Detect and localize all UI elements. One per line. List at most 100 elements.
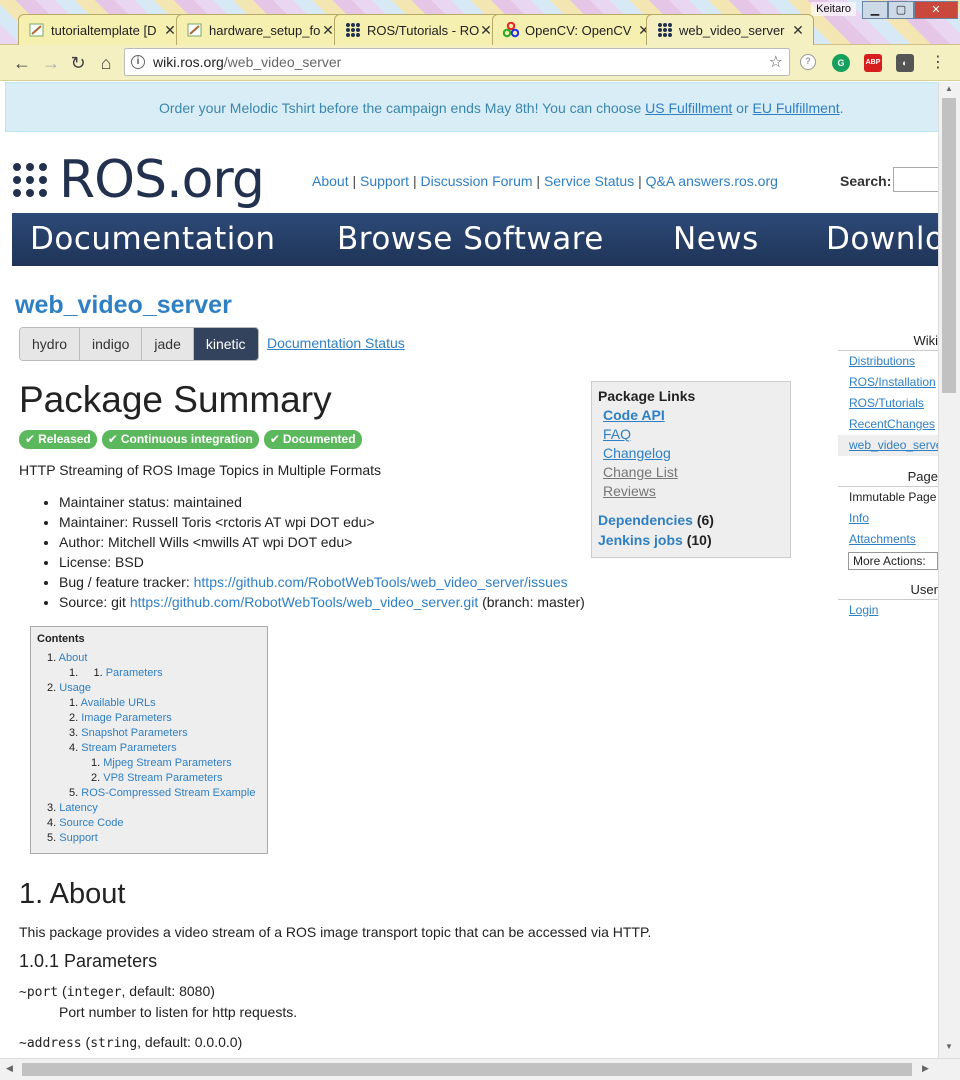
- distro-tab-indigo[interactable]: indigo: [80, 328, 143, 360]
- toc-link-ros-compressed-stream-example[interactable]: ROS-Compressed Stream Example: [81, 787, 255, 799]
- badge-released[interactable]: ✔ Released: [19, 430, 97, 449]
- browser-tab-tutorialtemplate[interactable]: tutorialtemplate [D ✕: [18, 14, 186, 45]
- nav-news[interactable]: News: [673, 221, 759, 257]
- changelog-link[interactable]: Changelog: [598, 445, 784, 464]
- horizontal-scrollbar[interactable]: ◀ ▶: [0, 1058, 960, 1080]
- url-text[interactable]: wiki.ros.org/web_video_server: [153, 54, 341, 70]
- eu-fulfillment-link[interactable]: EU Fulfillment: [753, 100, 840, 116]
- toc-link-parameters[interactable]: Parameters: [106, 667, 163, 679]
- sidebar-item-installation[interactable]: ROS/Installation: [838, 372, 938, 393]
- browser-tab-opencv[interactable]: OpenCV: OpenCV ✕: [492, 14, 660, 45]
- toc-link-latency[interactable]: Latency: [59, 802, 98, 814]
- toc-link-usage[interactable]: Usage: [59, 682, 91, 694]
- address-bar[interactable]: i wiki.ros.org/web_video_server ☆: [124, 48, 790, 76]
- close-icon[interactable]: ✕: [791, 22, 805, 39]
- scroll-down-icon[interactable]: ▼: [939, 1042, 959, 1056]
- home-icon[interactable]: ⌂: [94, 51, 118, 75]
- more-actions-select[interactable]: More Actions:: [848, 552, 938, 570]
- nav-download[interactable]: Download: [826, 221, 938, 257]
- toc-item: 2. Image Parameters: [37, 711, 261, 726]
- us-fulfillment-link[interactable]: US Fulfillment: [645, 100, 732, 116]
- distro-tab-kinetic[interactable]: kinetic: [193, 328, 258, 360]
- back-arrow-icon[interactable]: ←: [10, 51, 34, 75]
- bug-tracker-link[interactable]: https://github.com/RobotWebTools/web_vid…: [194, 574, 568, 590]
- reload-icon[interactable]: ↻: [66, 51, 90, 75]
- search-label: Search:: [840, 173, 892, 189]
- distro-tab-jade[interactable]: jade: [142, 328, 194, 360]
- menu-kebab-icon[interactable]: ⋮: [926, 51, 950, 75]
- help-extension-icon[interactable]: ?: [800, 54, 816, 70]
- sidebar-item-login[interactable]: Login: [838, 600, 938, 621]
- grammarly-icon[interactable]: G: [832, 54, 850, 72]
- sidebar-item-current-page[interactable]: web_video_server: [838, 435, 938, 456]
- code-api-link[interactable]: Code API: [598, 407, 784, 426]
- adblock-icon[interactable]: ABP: [864, 54, 882, 72]
- toc-link-stream-parameters[interactable]: Stream Parameters: [81, 742, 176, 754]
- sidebar-item-distributions[interactable]: Distributions: [838, 351, 938, 372]
- scroll-left-icon[interactable]: ◀: [6, 1063, 13, 1074]
- browser-tab-ros-tutorials[interactable]: ROS/Tutorials - RO ✕: [334, 14, 502, 45]
- documentation-status-link[interactable]: Documentation Status: [267, 335, 405, 351]
- wiki-sidebar: Wiki Distributions ROS/Installation ROS/…: [838, 330, 938, 621]
- tab-title: tutorialtemplate [D: [51, 22, 157, 38]
- toc-link-image-parameters[interactable]: Image Parameters: [81, 712, 171, 724]
- vertical-scroll-thumb[interactable]: [942, 98, 956, 393]
- toc-item: 4. Source Code: [37, 816, 261, 831]
- forward-arrow-icon[interactable]: →: [39, 51, 63, 75]
- sidebar-item-info[interactable]: Info: [838, 508, 938, 529]
- ros-logo[interactable]: ROS.org: [13, 150, 265, 210]
- header-link-support[interactable]: Support: [360, 173, 409, 189]
- badge-label: Continuous integration: [120, 432, 253, 446]
- toc-link-source-code[interactable]: Source Code: [59, 817, 123, 829]
- maximize-button[interactable]: ▢: [888, 1, 914, 19]
- scroll-right-icon[interactable]: ▶: [922, 1063, 929, 1074]
- extension-icon[interactable]: ◐: [896, 54, 914, 72]
- page-title[interactable]: web_video_server: [15, 291, 232, 320]
- header-link-discussion-forum[interactable]: Discussion Forum: [420, 173, 532, 189]
- reviews-link[interactable]: Reviews: [598, 483, 784, 502]
- toc-link-mjpeg-stream-parameters[interactable]: Mjpeg Stream Parameters: [103, 757, 231, 769]
- toc-item: 5. Support: [37, 831, 261, 846]
- scroll-up-icon[interactable]: ▲: [939, 84, 959, 98]
- close-icon[interactable]: ✕: [321, 22, 335, 39]
- toc-item: 4. Stream Parameters: [37, 741, 261, 756]
- distro-tab-hydro[interactable]: hydro: [20, 328, 81, 360]
- header-link-answers[interactable]: Q&A answers.ros.org: [646, 173, 778, 189]
- horizontal-scroll-thumb[interactable]: [22, 1063, 912, 1076]
- dependencies-count: (6): [696, 512, 714, 528]
- browser-tab-hardware-setup[interactable]: hardware_setup_fo ✕: [176, 14, 344, 45]
- badge-continuous-integration[interactable]: ✔ Continuous integration: [101, 430, 259, 449]
- nav-browse-software[interactable]: Browse Software: [337, 221, 604, 257]
- badge-documented[interactable]: ✔ Documented: [263, 430, 362, 449]
- toc-num: 3.: [47, 802, 57, 814]
- source-link[interactable]: https://github.com/RobotWebTools/web_vid…: [130, 594, 478, 610]
- jenkins-jobs-link[interactable]: Jenkins jobs: [598, 532, 683, 548]
- header-link-service-status[interactable]: Service Status: [544, 173, 634, 189]
- sidebar-item-tutorials[interactable]: ROS/Tutorials: [838, 393, 938, 414]
- header-link-about[interactable]: About: [312, 173, 349, 189]
- close-icon[interactable]: ✕: [163, 22, 177, 39]
- toc-link-available-urls[interactable]: Available URLs: [81, 697, 156, 709]
- change-list-link[interactable]: Change List: [598, 464, 784, 483]
- toc-link-snapshot-parameters[interactable]: Snapshot Parameters: [81, 727, 187, 739]
- search-input[interactable]: [893, 167, 938, 192]
- browser-tab-web-video-server[interactable]: web_video_server ✕: [646, 14, 814, 45]
- vertical-scrollbar[interactable]: ▲ ▼: [938, 82, 960, 1058]
- faq-link[interactable]: FAQ: [598, 426, 784, 445]
- bookmark-star-icon[interactable]: ☆: [769, 52, 783, 72]
- toc-link-support[interactable]: Support: [59, 832, 98, 844]
- param-type: integer: [66, 985, 122, 1000]
- sidebar-item-recent-changes[interactable]: RecentChanges: [838, 414, 938, 435]
- package-summary-heading: Package Summary: [19, 379, 332, 420]
- info-icon[interactable]: i: [131, 55, 145, 69]
- toc-link-about[interactable]: About: [59, 652, 88, 664]
- toc-link-vp8-stream-parameters[interactable]: VP8 Stream Parameters: [103, 772, 222, 784]
- dependencies-link[interactable]: Dependencies: [598, 512, 693, 528]
- nav-documentation[interactable]: Documentation: [30, 221, 275, 257]
- sidebar-item-attachments[interactable]: Attachments: [838, 529, 938, 550]
- minimize-button[interactable]: ▁: [862, 1, 888, 19]
- window-close-button[interactable]: ✕: [914, 1, 958, 19]
- close-icon[interactable]: ✕: [479, 22, 493, 39]
- package-links-box: Package Links Code API FAQ Changelog Cha…: [591, 381, 791, 558]
- browser-tab-strip: tutorialtemplate [D ✕ hardware_setup_fo …: [0, 0, 960, 45]
